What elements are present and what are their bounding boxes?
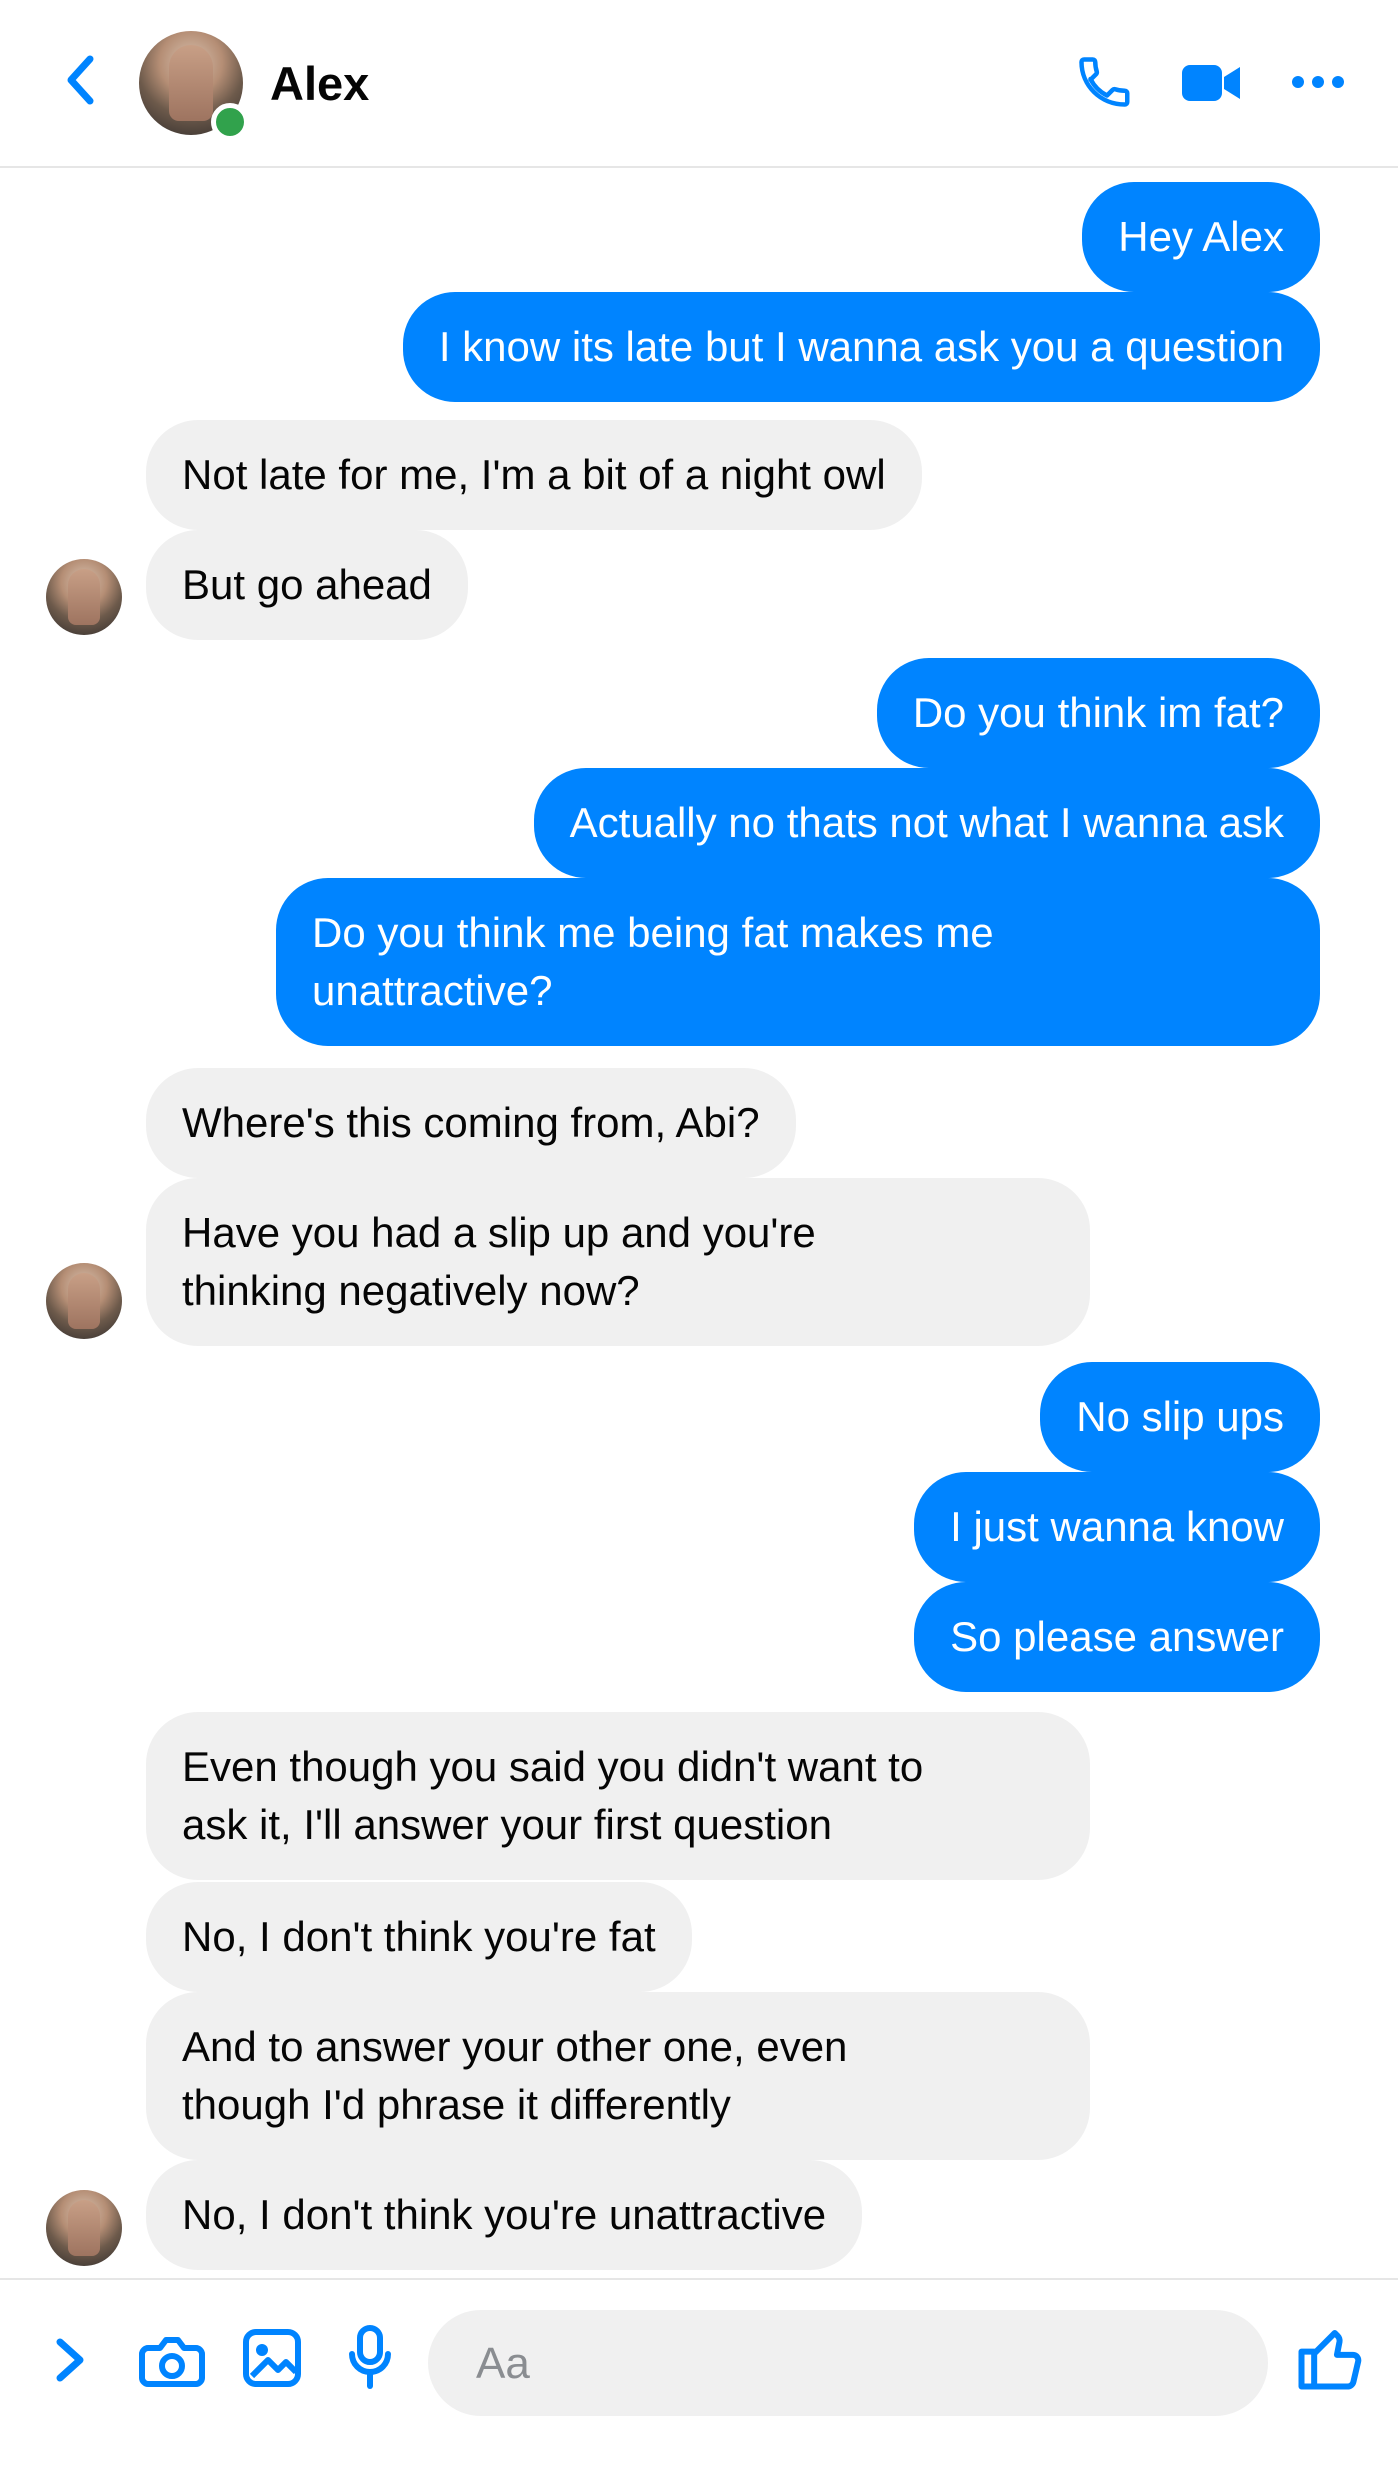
contact-name[interactable]: Alex — [270, 56, 369, 112]
message-bubble-incoming[interactable]: No, I don't think you're fat — [146, 1882, 692, 1992]
online-status-dot — [211, 103, 249, 141]
message-bubble-incoming[interactable]: Even though you said you didn't want to … — [146, 1712, 1090, 1880]
contact-avatar-small[interactable] — [46, 559, 122, 635]
message-bubble-incoming[interactable]: And to answer your other one, even thoug… — [146, 1992, 1090, 2160]
more-icon[interactable] — [1288, 62, 1348, 102]
camera-icon[interactable] — [138, 2328, 206, 2392]
message-bubble-incoming[interactable]: Not late for me, I'm a bit of a night ow… — [146, 420, 922, 530]
message-input-container[interactable] — [428, 2310, 1268, 2418]
message-bubble-outgoing[interactable]: Hey Alex — [1082, 182, 1320, 292]
message-bubble-outgoing[interactable]: Do you think im fat? — [876, 658, 1320, 768]
message-bubble-incoming[interactable]: No, I don't think you're unattractive — [146, 2160, 863, 2270]
message-bubble-incoming[interactable]: But go ahead — [146, 530, 468, 640]
contact-avatar-small[interactable] — [46, 1263, 122, 1339]
video-camera-icon[interactable] — [1180, 54, 1244, 112]
message-bubble-incoming[interactable]: Have you had a slip up and you're thinki… — [146, 1178, 1090, 1346]
message-bubble-outgoing[interactable]: No slip ups — [1040, 1362, 1320, 1472]
message-bubble-outgoing[interactable]: I know its late but I wanna ask you a qu… — [402, 292, 1320, 402]
message-bubble-outgoing[interactable]: So please answer — [914, 1582, 1320, 1692]
message-input[interactable] — [474, 2310, 1238, 2418]
message-bubble-outgoing[interactable]: Actually no thats not what I wanna ask — [533, 768, 1320, 878]
message-thread[interactable]: Hey Alex I know its late but I wanna ask… — [0, 168, 1398, 2278]
contact-avatar-small[interactable] — [46, 2190, 122, 2266]
thumbs-up-icon[interactable] — [1292, 2320, 1368, 2396]
chat-header: Alex — [0, 0, 1398, 168]
microphone-icon[interactable] — [336, 2324, 404, 2392]
message-bubble-outgoing[interactable]: Do you think me being fat makes me unatt… — [276, 878, 1320, 1046]
message-bubble-incoming[interactable]: Where's this coming from, Abi? — [146, 1068, 796, 1178]
message-bubble-outgoing[interactable]: I just wanna know — [914, 1472, 1320, 1582]
back-chevron-icon[interactable] — [56, 55, 104, 105]
image-icon[interactable] — [238, 2324, 306, 2392]
message-composer — [0, 2278, 1398, 2488]
expand-chevron-icon[interactable] — [46, 2332, 94, 2388]
phone-icon[interactable] — [1072, 50, 1136, 114]
